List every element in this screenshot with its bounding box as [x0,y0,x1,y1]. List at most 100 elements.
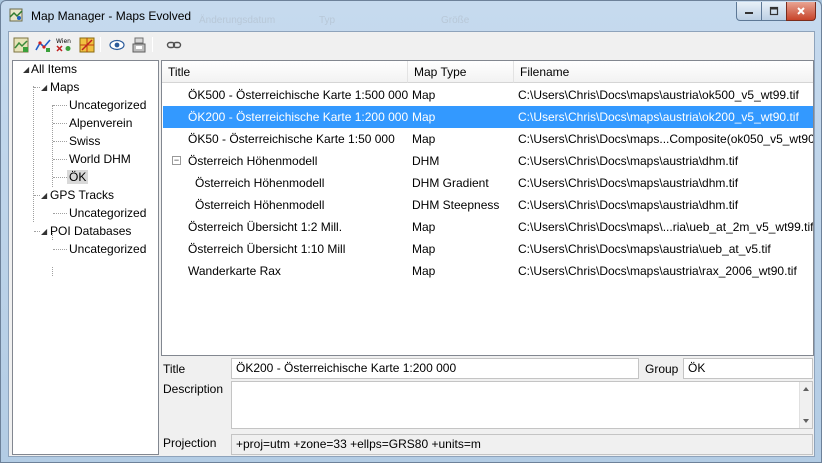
cell-title: Österreich Übersicht 1:2 Mill. [188,220,343,234]
cell-filename: C:\Users\Chris\Docs\maps\...ria\ueb_at_2… [518,220,813,234]
tree-label: Uncategorized [69,98,147,112]
table-row[interactable]: Österreich Übersicht 1:2 Mill. Map C:\User… [163,216,813,238]
tree-branch-line [53,177,67,178]
cell-map-type: Map [412,242,436,256]
cell-map-type: DHM Steepness [412,198,500,212]
title-field[interactable]: ÖK200 - Österreichische Karte 1:200 000 [231,358,639,379]
tree-node-ok[interactable]: ÖK [67,169,89,186]
column-header-filename[interactable]: Filename [514,61,813,83]
cell-filename: C:\Users\Chris\Docs\maps\austria\ok500_v… [518,88,799,102]
tree-node-maps[interactable]: Maps [50,79,79,96]
tree-guide-line [52,267,53,276]
table-row[interactable]: Wanderkarte Rax Map C:\Users\Chris\Docs\ma… [163,260,813,282]
description-scrollbar[interactable] [799,382,812,428]
details-panel: Title ÖK200 - Österreichische Karte 1:20… [161,358,814,456]
toolbar-separator [100,37,101,52]
cell-map-type: Map [412,88,436,102]
link-button[interactable] [165,36,183,54]
tree-guide-line [52,105,53,187]
view-button[interactable] [108,36,126,54]
title-bar[interactable]: Map Manager - Maps Evolved Änderungsdatu… [1,1,821,31]
tree-branch-line [53,141,67,142]
ghost-column-type: Typ [319,15,336,26]
toolbar-separator [152,37,153,52]
window-title: Map Manager - Maps Evolved [31,9,192,23]
cell-title: Österreich Höhenmodell [188,154,318,168]
close-button[interactable] [786,2,816,21]
tree-node-poi-uncategorized[interactable]: Uncategorized [69,241,146,258]
view-eye-icon [109,39,125,51]
expand-toggle-icon[interactable]: ◢ [41,79,49,96]
table-row[interactable]: Österreich Übersicht 1:10 Mill Map C:\User… [163,238,813,260]
toolbar: Wien [9,32,814,58]
add-gps-track-button[interactable] [34,36,52,54]
tree-label: ÖK [67,170,89,184]
tree-branch-line [34,87,40,88]
tree-node-gps-tracks[interactable]: GPS Tracks [50,187,114,204]
tree-node-all-items[interactable]: All Items [31,61,77,78]
minimize-button[interactable] [736,2,762,21]
tree-label: POI Databases [50,224,132,238]
cell-title: Österreich Höhenmodell [195,176,325,190]
cell-filename: C:\Users\Chris\Docs\maps\austria\ueb_at_… [518,242,771,256]
tree-branch-line [53,105,67,106]
tree-node-maps-uncategorized[interactable]: Uncategorized [69,97,146,114]
expand-toggle-icon[interactable]: ◢ [23,61,31,78]
table-row[interactable]: ÖK200 - Österreichische Karte 1:200 000 M… [163,106,813,128]
map-grid-button[interactable] [78,36,96,54]
table-row[interactable]: Österreich Höhenmodell DHM Gradient C:\Use… [163,172,813,194]
column-header-map-type[interactable]: Map Type [408,61,514,83]
tree-node-world-dhm[interactable]: World DHM [69,151,131,168]
add-map-button[interactable] [12,36,30,54]
cell-filename: C:\Users\Chris\Docs\maps...Composite(ok0… [518,132,813,146]
expand-toggle-icon[interactable]: ◢ [41,223,49,240]
group-field[interactable]: ÖK [683,358,813,379]
scroll-up-icon [803,387,809,391]
scroll-down-icon [803,419,809,423]
category-tree[interactable]: ◢ All Items ◢ Maps Uncategorized Alpenve… [12,60,159,455]
tree-branch-line [53,159,67,160]
collapse-toggle-icon[interactable]: − [172,156,181,165]
link-chain-icon [166,41,182,49]
tree-branch-line [53,249,67,250]
properties-button[interactable] [130,36,148,54]
add-gps-track-icon [35,39,51,52]
tree-label: Maps [50,80,80,94]
description-field[interactable] [231,381,813,429]
add-poi-icon: Wien [56,38,71,52]
title-label: Title [163,362,186,376]
tree-node-poi-databases[interactable]: POI Databases [50,223,131,240]
projection-label: Projection [163,436,217,450]
map-list[interactable]: Title Map Type Filename ÖK500 - Österrei… [161,60,814,356]
expand-toggle-icon[interactable]: ◢ [41,187,49,204]
tree-label: Uncategorized [69,206,147,220]
properties-icon [132,37,146,53]
cell-map-type: Map [412,220,436,234]
projection-field: +proj=utm +zone=33 +ellps=GRS80 +units=m [231,434,813,455]
table-row[interactable]: − Österreich Höhenmodell DHM C:\Users\Chris… [163,150,813,172]
ghost-column-date: Änderungsdatum [199,15,276,26]
tree-node-alpenverein[interactable]: Alpenverein [69,115,132,132]
table-row[interactable]: Österreich Höhenmodell DHM Steepness C:\Us… [163,194,813,216]
column-header-title[interactable]: Title [162,61,408,83]
add-poi-button[interactable]: Wien [55,36,73,54]
cell-map-type: Map [412,110,436,124]
client-area: Wien ◢ All Items ◢ Maps Uncategorized Al… [8,31,815,457]
ghost-column-size: Größe [441,15,470,26]
tree-branch-line [53,123,67,124]
cell-filename: C:\Users\Chris\Docs\maps\austria\dhm.tif [518,154,739,168]
tree-node-swiss[interactable]: Swiss [69,133,100,150]
minimize-icon [745,12,753,14]
cell-title: Wanderkarte Rax [188,264,281,278]
maximize-icon [769,6,779,16]
tree-branch-line [53,213,67,214]
cell-map-type: DHM Gradient [412,176,489,190]
close-icon [797,7,805,15]
table-row[interactable]: ÖK500 - Österreichische Karte 1:500 000 M… [163,84,813,106]
tree-node-gps-uncategorized[interactable]: Uncategorized [69,205,146,222]
cell-filename: C:\Users\Chris\Docs\maps\austria\dhm.tif [518,198,739,212]
table-row[interactable]: ÖK50 - Österreichische Karte 1:50 000 Map… [163,128,813,150]
description-label: Description [163,382,224,396]
maximize-button[interactable] [761,2,787,21]
cell-filename: C:\Users\Chris\Docs\maps\austria\ok200_v… [518,110,799,124]
